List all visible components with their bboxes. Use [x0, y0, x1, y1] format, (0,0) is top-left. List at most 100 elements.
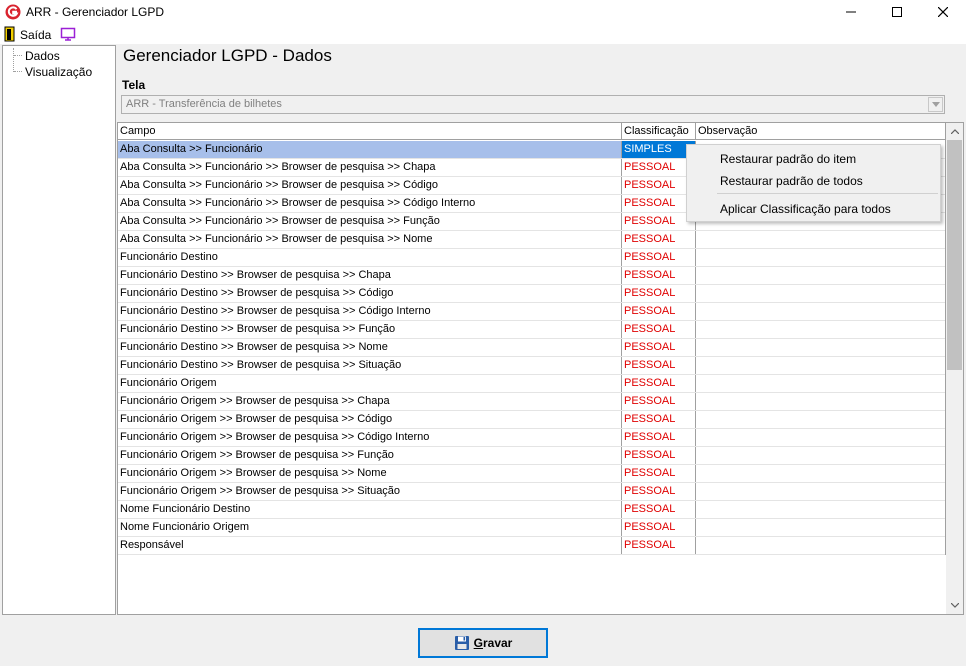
cell-campo[interactable]: Funcionário Origem >> Browser de pesquis…	[118, 393, 622, 410]
exit-menu-item[interactable]: Saída	[20, 28, 51, 42]
cell-campo[interactable]: Aba Consulta >> Funcionário >> Browser d…	[118, 195, 622, 212]
tree-item-visualizacao[interactable]: Visualização	[25, 65, 92, 79]
table-row[interactable]: Funcionário Destino >> Browser de pesqui…	[118, 321, 946, 339]
table-row[interactable]: Nome Funcionário Origem PESSOAL	[118, 519, 946, 537]
monitor-icon[interactable]	[60, 26, 76, 42]
table-row[interactable]: Funcionário Destino >> Browser de pesqui…	[118, 339, 946, 357]
cell-classificacao[interactable]: SIMPLES	[622, 141, 696, 158]
table-row[interactable]: Funcionário Destino >> Browser de pesqui…	[118, 285, 946, 303]
cell-observacao[interactable]	[696, 339, 946, 356]
cell-observacao[interactable]	[696, 231, 946, 248]
cell-campo[interactable]: Aba Consulta >> Funcionário >> Browser d…	[118, 159, 622, 176]
cell-campo[interactable]: Aba Consulta >> Funcionário >> Browser d…	[118, 177, 622, 194]
cell-classificacao[interactable]: PESSOAL	[622, 393, 696, 410]
cell-classificacao[interactable]: PESSOAL	[622, 195, 696, 212]
cell-classificacao[interactable]: PESSOAL	[622, 465, 696, 482]
cell-campo[interactable]: Funcionário Origem >> Browser de pesquis…	[118, 447, 622, 464]
cell-classificacao[interactable]: PESSOAL	[622, 429, 696, 446]
column-header-observacao[interactable]: Observação	[696, 123, 946, 140]
table-row[interactable]: Nome Funcionário Destino PESSOAL	[118, 501, 946, 519]
cell-campo[interactable]: Funcionário Origem >> Browser de pesquis…	[118, 429, 622, 446]
cell-classificacao[interactable]: PESSOAL	[622, 357, 696, 374]
cell-observacao[interactable]	[696, 483, 946, 500]
table-row[interactable]: Funcionário Origem >> Browser de pesquis…	[118, 447, 946, 465]
cell-observacao[interactable]	[696, 357, 946, 374]
cell-campo[interactable]: Funcionário Destino >> Browser de pesqui…	[118, 357, 622, 374]
vertical-scrollbar[interactable]	[946, 123, 963, 614]
cell-campo[interactable]: Funcionário Destino	[118, 249, 622, 266]
table-row[interactable]: Funcionário Origem >> Browser de pesquis…	[118, 429, 946, 447]
minimize-button[interactable]	[828, 0, 874, 24]
cell-campo[interactable]: Funcionário Origem >> Browser de pesquis…	[118, 483, 622, 500]
tela-dropdown-button[interactable]	[928, 97, 943, 112]
cell-observacao[interactable]	[696, 465, 946, 482]
cell-classificacao[interactable]: PESSOAL	[622, 249, 696, 266]
tela-select[interactable]: ARR - Transferência de bilhetes	[121, 95, 945, 114]
scroll-up-button[interactable]	[946, 123, 963, 140]
table-row[interactable]: Funcionário Origem PESSOAL	[118, 375, 946, 393]
cell-campo[interactable]: Aba Consulta >> Funcionário >> Browser d…	[118, 231, 622, 248]
cell-campo[interactable]: Funcionário Destino >> Browser de pesqui…	[118, 267, 622, 284]
table-row[interactable]: Aba Consulta >> Funcionário >> Browser d…	[118, 231, 946, 249]
save-button[interactable]: Gravar	[418, 628, 548, 658]
cell-campo[interactable]: Funcionário Destino >> Browser de pesqui…	[118, 321, 622, 338]
scroll-thumb[interactable]	[947, 140, 962, 370]
close-button[interactable]	[920, 0, 966, 24]
cell-observacao[interactable]	[696, 519, 946, 536]
cell-observacao[interactable]	[696, 393, 946, 410]
table-row[interactable]: Funcionário Origem >> Browser de pesquis…	[118, 483, 946, 501]
cell-classificacao[interactable]: PESSOAL	[622, 267, 696, 284]
cell-campo[interactable]: Funcionário Destino >> Browser de pesqui…	[118, 339, 622, 356]
column-header-classificacao[interactable]: Classificação	[622, 123, 696, 140]
column-header-campo[interactable]: Campo	[118, 123, 622, 140]
scroll-down-button[interactable]	[946, 597, 963, 614]
cell-observacao[interactable]	[696, 429, 946, 446]
cell-observacao[interactable]	[696, 537, 946, 554]
cell-campo[interactable]: Funcionário Destino >> Browser de pesqui…	[118, 285, 622, 302]
cell-classificacao[interactable]: PESSOAL	[622, 519, 696, 536]
cell-classificacao[interactable]: PESSOAL	[622, 483, 696, 500]
table-row[interactable]: Funcionário Destino PESSOAL	[118, 249, 946, 267]
table-row[interactable]: Funcionário Origem >> Browser de pesquis…	[118, 393, 946, 411]
cell-classificacao[interactable]: PESSOAL	[622, 321, 696, 338]
exit-door-icon[interactable]	[4, 26, 16, 42]
cell-campo[interactable]: Funcionário Origem >> Browser de pesquis…	[118, 465, 622, 482]
cell-observacao[interactable]	[696, 501, 946, 518]
context-item-aplicar-todos[interactable]: Aplicar Classificação para todos	[720, 202, 891, 216]
table-row[interactable]: Funcionário Destino >> Browser de pesqui…	[118, 303, 946, 321]
cell-classificacao[interactable]: PESSOAL	[622, 177, 696, 194]
cell-campo[interactable]: Funcionário Origem	[118, 375, 622, 392]
maximize-button[interactable]	[874, 0, 920, 24]
table-row[interactable]: Funcionário Origem >> Browser de pesquis…	[118, 411, 946, 429]
cell-classificacao[interactable]: PESSOAL	[622, 375, 696, 392]
table-row[interactable]: Responsável PESSOAL	[118, 537, 946, 555]
cell-campo[interactable]: Nome Funcionário Origem	[118, 519, 622, 536]
cell-campo[interactable]: Responsável	[118, 537, 622, 554]
cell-classificacao[interactable]: PESSOAL	[622, 285, 696, 302]
context-item-restaurar-item[interactable]: Restaurar padrão do item	[720, 152, 856, 166]
tree-item-dados[interactable]: Dados	[25, 49, 60, 63]
cell-observacao[interactable]	[696, 321, 946, 338]
cell-classificacao[interactable]: PESSOAL	[622, 213, 696, 230]
table-row[interactable]: Funcionário Destino >> Browser de pesqui…	[118, 357, 946, 375]
cell-classificacao[interactable]: PESSOAL	[622, 303, 696, 320]
cell-campo[interactable]: Aba Consulta >> Funcionário >> Browser d…	[118, 213, 622, 230]
cell-observacao[interactable]	[696, 303, 946, 320]
cell-classificacao[interactable]: PESSOAL	[622, 159, 696, 176]
cell-observacao[interactable]	[696, 447, 946, 464]
cell-observacao[interactable]	[696, 411, 946, 428]
context-item-restaurar-todos[interactable]: Restaurar padrão de todos	[720, 174, 863, 188]
cell-observacao[interactable]	[696, 285, 946, 302]
cell-observacao[interactable]	[696, 267, 946, 284]
cell-campo[interactable]: Funcionário Destino >> Browser de pesqui…	[118, 303, 622, 320]
cell-classificacao[interactable]: PESSOAL	[622, 447, 696, 464]
cell-classificacao[interactable]: PESSOAL	[622, 411, 696, 428]
cell-classificacao[interactable]: PESSOAL	[622, 339, 696, 356]
table-row[interactable]: Funcionário Origem >> Browser de pesquis…	[118, 465, 946, 483]
cell-classificacao[interactable]: PESSOAL	[622, 231, 696, 248]
cell-observacao[interactable]	[696, 375, 946, 392]
cell-campo[interactable]: Aba Consulta >> Funcionário	[118, 141, 622, 158]
cell-observacao[interactable]	[696, 249, 946, 266]
table-row[interactable]: Funcionário Destino >> Browser de pesqui…	[118, 267, 946, 285]
cell-classificacao[interactable]: PESSOAL	[622, 537, 696, 554]
